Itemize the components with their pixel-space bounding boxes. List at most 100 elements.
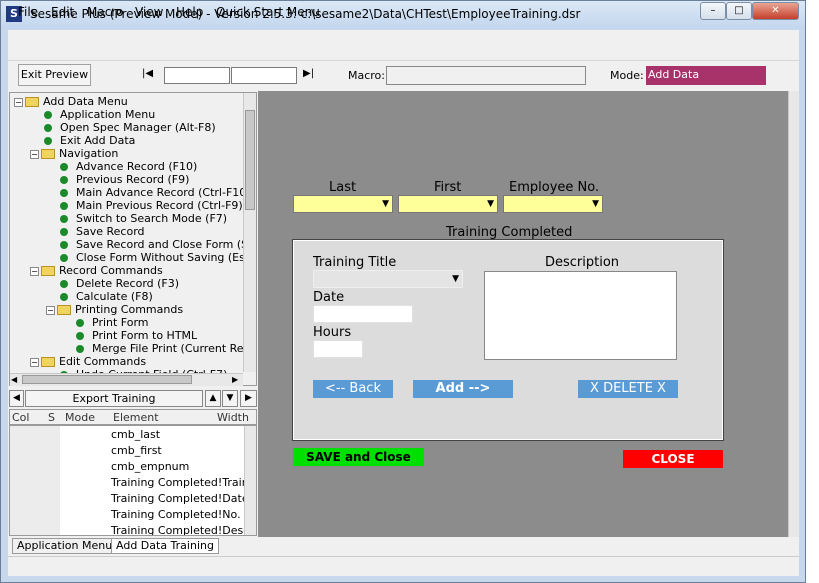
tree-item-label: Main Previous Record (Ctrl-F9) (76, 199, 243, 212)
tree-item[interactable]: Advance Record (F10) (46, 160, 197, 173)
tree-hscroll-thumb[interactable] (22, 375, 192, 384)
table-grey-column (10, 426, 60, 535)
employee-no-label: Employee No. (509, 180, 600, 195)
record-count-box[interactable] (231, 67, 297, 84)
menu-macro[interactable]: Macro (87, 5, 123, 19)
tree-item-label: Navigation (59, 147, 119, 160)
table-row[interactable]: Training Completed!Trainir (111, 476, 256, 489)
hours-field[interactable] (313, 340, 363, 358)
table-row[interactable]: cmb_empnum (111, 460, 189, 473)
add-button[interactable]: Add --> (413, 380, 513, 398)
export-training-dropdown[interactable]: Export Training (25, 390, 203, 407)
menu-file[interactable]: File (18, 5, 38, 19)
tab-application-menu[interactable]: Application Menu (12, 538, 118, 554)
chevron-down-icon: ▼ (452, 274, 459, 284)
command-bullet-icon (60, 293, 68, 301)
close-window-button[interactable]: ✕ (752, 2, 799, 20)
table-scrollbar[interactable] (244, 426, 256, 535)
tree-item[interactable]: Main Advance Record (Ctrl-F10) (46, 186, 251, 199)
table-row[interactable]: Training Completed!No. of (111, 508, 255, 521)
first-name-combo[interactable]: ▼ (398, 195, 498, 213)
tab-add-data-training[interactable]: Add Data Training (111, 538, 219, 554)
last-name-combo[interactable]: ▼ (293, 195, 393, 213)
training-title-combo[interactable]: ▼ (313, 270, 463, 288)
tree-item-label: Close Form Without Saving (Esc (76, 251, 251, 264)
tree-item-label: Main Advance Record (Ctrl-F10) (76, 186, 251, 199)
export-up-button[interactable]: ▲ (205, 390, 221, 407)
col-header-width: Width (217, 411, 249, 424)
tree-item-label: Advance Record (F10) (76, 160, 198, 173)
tree-item[interactable]: Delete Record (F3) (46, 277, 179, 290)
tree-item-label: Print Form to HTML (92, 329, 198, 342)
collapse-icon[interactable]: − (46, 305, 55, 315)
exit-preview-button[interactable]: Exit Preview (18, 64, 91, 86)
back-button[interactable]: <-- Back (313, 380, 393, 398)
training-title-label: Training Title (313, 255, 397, 270)
maximize-button[interactable]: □ (726, 2, 752, 20)
first-label: First (434, 180, 462, 195)
menu-help[interactable]: Help (176, 5, 203, 19)
collapse-icon[interactable]: − (30, 357, 39, 367)
close-button[interactable]: CLOSE (623, 450, 723, 468)
scroll-left-icon[interactable]: ◀ (11, 375, 17, 384)
command-bullet-icon (76, 345, 84, 353)
tree-item[interactable]: Save Record (46, 225, 145, 238)
form-scrollbar[interactable] (788, 91, 799, 537)
table-row[interactable]: Training Completed!Descri (111, 524, 256, 535)
folder-icon (41, 149, 55, 159)
tree-item[interactable]: Print Form to HTML (62, 329, 197, 342)
tree-item[interactable]: Save Record and Close Form (Sh (46, 238, 255, 251)
collapse-icon[interactable]: − (14, 97, 23, 107)
description-label: Description (545, 255, 620, 270)
table-row[interactable]: cmb_last (111, 428, 160, 441)
chevron-down-icon: ▼ (592, 199, 599, 209)
command-bullet-icon (60, 189, 68, 197)
tree-item[interactable]: − Printing Commands (46, 303, 183, 316)
collapse-icon[interactable]: − (30, 266, 39, 276)
description-field[interactable] (484, 271, 677, 360)
date-label: Date (313, 290, 345, 305)
record-position-box[interactable] (164, 67, 230, 84)
minimize-button[interactable]: – (700, 2, 726, 20)
table-row[interactable]: cmb_first (111, 444, 162, 457)
tree-item[interactable]: Exit Add Data (30, 134, 135, 147)
tree-item[interactable]: Open Spec Manager (Alt-F8) (30, 121, 216, 134)
tree-item[interactable]: Print Form (62, 316, 149, 329)
export-down-button[interactable]: ▼ (222, 390, 238, 407)
tree-item-label: Calculate (F8) (76, 290, 153, 303)
menu-quick-start[interactable]: Quick Start Menu (216, 5, 320, 19)
command-bullet-icon (60, 280, 68, 288)
tree-item[interactable]: Application Menu (30, 108, 155, 121)
export-right-button[interactable]: ▶ (240, 390, 257, 407)
col-header-s: S (48, 411, 55, 424)
table-row[interactable]: Training Completed!Date C (111, 492, 256, 505)
delete-button[interactable]: X DELETE X (578, 380, 678, 398)
tree-item[interactable]: − Edit Commands (30, 355, 146, 368)
tree-item[interactable]: Main Previous Record (Ctrl-F9) (46, 199, 243, 212)
last-record-icon[interactable]: ▶| (303, 68, 314, 79)
tree-item[interactable]: − Record Commands (30, 264, 163, 277)
menu-edit[interactable]: Edit (51, 5, 74, 19)
first-record-icon[interactable]: |◀ (142, 68, 153, 79)
tree-item[interactable]: − Navigation (30, 147, 118, 160)
chevron-down-icon: ▼ (382, 199, 389, 209)
collapse-icon[interactable]: − (30, 149, 39, 159)
command-bullet-icon (44, 124, 52, 132)
tree-scroll-thumb[interactable] (245, 110, 255, 210)
tree-item[interactable]: Close Form Without Saving (Esc (46, 251, 251, 264)
employee-no-combo[interactable]: ▼ (503, 195, 603, 213)
scroll-right-icon[interactable]: ▶ (232, 375, 238, 384)
tree-item[interactable]: Switch to Search Mode (F7) (46, 212, 227, 225)
chevron-down-icon: ▼ (487, 199, 494, 209)
macro-field[interactable] (386, 66, 586, 85)
menu-view[interactable]: View (135, 5, 163, 19)
tree-item[interactable]: − Add Data Menu (14, 95, 128, 108)
save-and-close-button[interactable]: SAVE and Close (293, 448, 424, 466)
tree-item[interactable]: Merge File Print (Current Re (62, 342, 244, 355)
command-tree: − Add Data Menu Application Menu Open Spec … (9, 92, 257, 386)
last-label: Last (329, 180, 357, 195)
tree-item[interactable]: Calculate (F8) (46, 290, 153, 303)
export-left-button[interactable]: ◀ (9, 390, 24, 407)
tree-item[interactable]: Previous Record (F9) (46, 173, 189, 186)
date-field[interactable] (313, 305, 413, 323)
